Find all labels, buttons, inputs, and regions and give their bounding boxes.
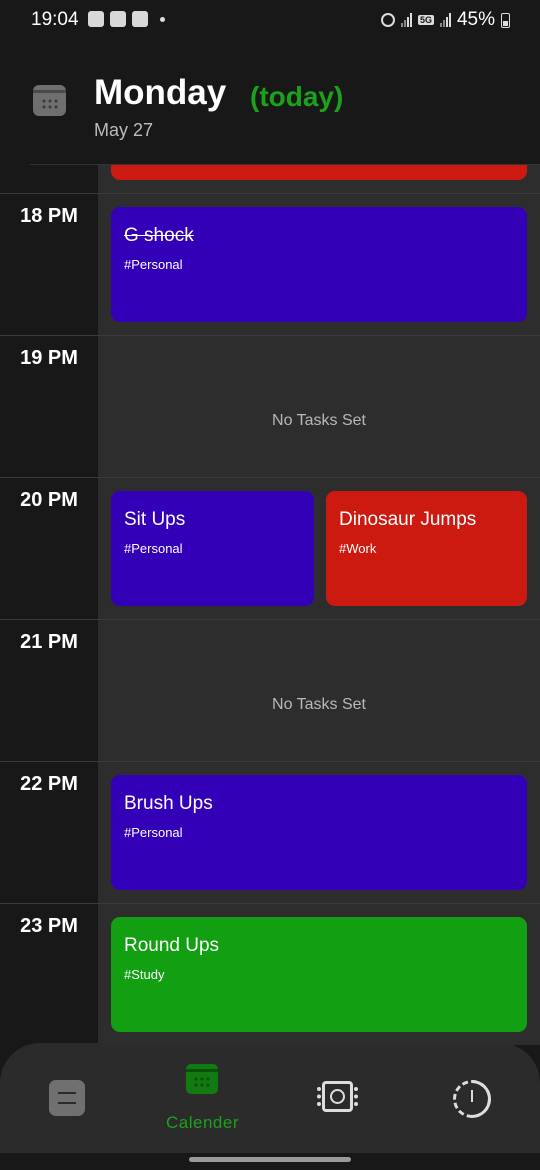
hour-column: 23 PM [0,903,98,1045]
task-card[interactable] [111,165,527,180]
hour-slot: Sit Ups #Personal Dinosaur Jumps #Work [98,477,540,619]
task-title: Round Ups [124,935,220,956]
task-card[interactable]: G shock #Personal [111,207,527,322]
task-tag: #Personal [124,825,183,840]
today-indicator: (today) [250,81,344,112]
task-card[interactable]: Sit Ups #Personal [111,491,314,606]
signal-icon [439,13,451,27]
task-title: Dinosaur Jumps [339,509,477,530]
hour-slot: G shock #Personal [98,193,540,335]
task-tag: #Study [124,967,165,982]
alarm-icon [380,13,395,27]
checklist-icon [110,11,126,27]
home-indicator[interactable] [189,1157,351,1162]
task-card[interactable]: Dinosaur Jumps #Work [326,491,527,606]
status-right: 5G 45% [380,9,510,31]
battery-percent: 45% [456,9,495,30]
hour-row-20: 20 PM Sit Ups #Personal Dinosaur Jumps #… [0,477,540,619]
status-bar: 19:04 5G 45% [0,0,540,40]
more-notifications-icon [160,16,165,22]
hour-column: 20 PM [0,477,98,619]
chip-icon[interactable] [317,1081,358,1112]
hour-row-22: 22 PM Brush Ups #Personal [0,761,540,903]
hour-row [0,165,540,193]
nav-label-calender[interactable]: Calender [150,1113,255,1133]
header-divider [30,164,540,165]
hour-column [0,165,98,193]
hour-label: 21 PM [20,631,78,653]
tasks-icon[interactable] [49,1080,85,1116]
hour-label: 22 PM [20,773,78,795]
hour-slot [98,165,540,193]
signal-icon [400,13,412,27]
day-header: Monday (today) May 27 [0,40,540,165]
task-card[interactable]: Brush Ups #Personal [111,775,527,890]
battery-icon [501,12,510,28]
no-tasks-text: No Tasks Set [272,696,366,713]
network-type: 5G [417,15,434,25]
bottom-navigation: Calender [0,1043,540,1153]
notification-icons [88,11,165,27]
hour-slot: Round Ups #Study [98,903,540,1045]
hour-row-19: 19 PM No Tasks Set [0,335,540,477]
day-title: Monday [94,73,227,112]
hour-label: 18 PM [20,205,78,227]
hour-slot[interactable]: No Tasks Set [98,619,540,761]
hour-label: 20 PM [20,489,78,511]
hour-column: 19 PM [0,335,98,477]
checklist-icon [132,11,148,27]
calendar-icon[interactable] [186,1064,218,1094]
task-title: Brush Ups [124,793,213,814]
hour-slot[interactable]: No Tasks Set [98,335,540,477]
gallery-icon [88,11,104,27]
hour-column: 18 PM [0,193,98,335]
hour-label: 23 PM [20,915,78,937]
hour-column: 21 PM [0,619,98,761]
task-tag: #Personal [124,257,183,272]
dial-icon[interactable] [445,1072,499,1126]
task-title: G shock [124,225,194,246]
task-card[interactable]: Round Ups #Study [111,917,527,1032]
hour-row-23: 23 PM Round Ups #Study [0,903,540,1045]
hour-slot: Brush Ups #Personal [98,761,540,903]
task-tag: #Personal [124,541,183,556]
calendar-icon[interactable] [33,85,66,116]
no-tasks-text: No Tasks Set [272,412,366,429]
task-title: Sit Ups [124,509,186,530]
hour-timeline[interactable]: 18 PM G shock #Personal 19 PM No Tasks S… [0,165,540,1045]
hour-column: 22 PM [0,761,98,903]
hour-row-21: 21 PM No Tasks Set [0,619,540,761]
task-tag: #Work [339,541,377,556]
date-subtitle: May 27 [94,120,154,140]
hour-label: 19 PM [20,347,78,369]
status-time: 19:04 [31,9,79,30]
hour-row-18: 18 PM G shock #Personal [0,193,540,335]
